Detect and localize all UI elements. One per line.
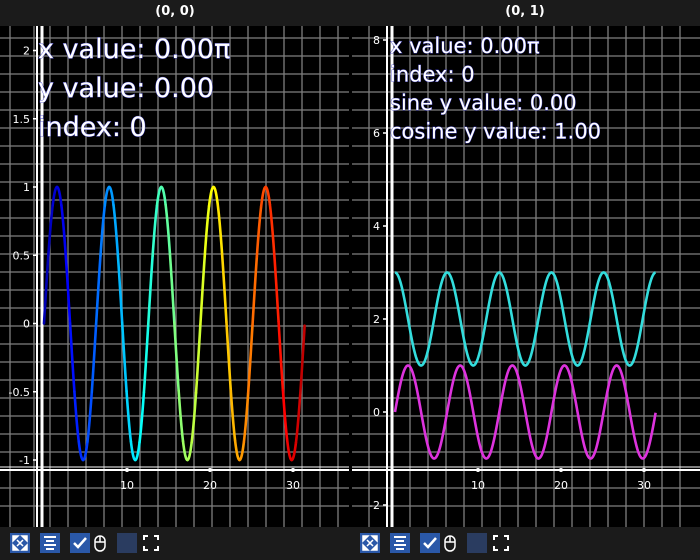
sine-series-segment	[81, 440, 89, 462]
sine-series-segment	[294, 392, 302, 445]
sine-series-segment	[238, 441, 246, 462]
sine-series-segment	[90, 322, 98, 394]
y-tick-label: 2	[373, 313, 380, 326]
plots-canvas[interactable]: -1-0.500.511.5210 20 30x value: 0.00πy val…	[0, 26, 700, 527]
y-tick-label: -1	[19, 454, 30, 467]
y-tick-label: -0.5	[9, 386, 30, 399]
align-icon[interactable]	[390, 533, 410, 553]
sine-series-segment	[285, 439, 293, 462]
sine-series-segment	[203, 204, 211, 258]
y-tick-label: 8	[373, 34, 380, 47]
checkbox-icon[interactable]	[70, 533, 90, 553]
x-tick	[476, 468, 480, 472]
sine-series-segment	[216, 203, 224, 256]
fit-view-icon[interactable]	[10, 533, 30, 553]
sine-series-segment	[186, 441, 193, 462]
readout-text: index: 0	[390, 63, 475, 87]
x-tick-label: 20	[203, 479, 217, 492]
mouse-icon[interactable]	[92, 533, 108, 553]
sine-series-segment	[51, 185, 59, 207]
sine-series-segment	[255, 204, 263, 259]
x-tick	[208, 468, 212, 472]
sine-series-segment	[68, 321, 76, 393]
readout-text: x value: 0.00π	[38, 34, 230, 65]
sine-series-segment	[164, 203, 172, 256]
x-tick	[642, 468, 646, 472]
readout-text: y value: 0.00	[38, 73, 214, 104]
sine-series-segment	[120, 321, 128, 393]
y-tick-label: 0	[373, 406, 380, 419]
sine-series-segment	[112, 203, 120, 257]
y-tick-label: 0.5	[13, 249, 31, 262]
sine-series-segment	[246, 323, 254, 395]
sine-series-segment	[268, 203, 276, 255]
sine-series-segment	[251, 255, 259, 327]
y-tick-label: 1.5	[13, 113, 31, 126]
sine-series-segment	[55, 185, 63, 207]
sine-series-segment	[60, 203, 68, 257]
x-tick-label: 10	[120, 479, 134, 492]
y-tick-label: 6	[373, 127, 380, 140]
plot-panel-1[interactable]: -2 0 2 4 6 8 10 20 30 x value: 0.00π index: 0 sine …	[352, 26, 700, 527]
x-tick-label: 30	[286, 479, 300, 492]
mouse-icon[interactable]	[442, 533, 458, 553]
sine-series-segment	[194, 323, 202, 395]
y-tick-label: -2	[369, 499, 380, 512]
readout-text: index: 0	[38, 112, 147, 143]
y-tick-label: 4	[373, 220, 380, 233]
sine-series-segment	[142, 323, 150, 394]
sine-series-segment	[233, 439, 241, 462]
x-tick	[125, 468, 129, 472]
x-tick	[291, 468, 295, 472]
sine-series-segment	[168, 253, 176, 324]
fullscreen-icon[interactable]	[491, 533, 511, 553]
subplot-title-bar: (0, 0) (0, 1)	[0, 0, 700, 26]
y-tick-label: 1	[23, 181, 30, 194]
subplot-title-right: (0, 1)	[505, 4, 545, 19]
sine-series-segment	[77, 440, 85, 462]
sine-series-segment	[181, 439, 189, 462]
fit-view-icon[interactable]	[360, 533, 380, 553]
sine-series-segment	[272, 252, 280, 323]
sine-series-segment	[107, 185, 115, 207]
sine-series-segment	[103, 185, 111, 207]
sine-series-segment	[129, 440, 137, 462]
x-tick-label: 10	[471, 479, 485, 492]
sine-series-segment	[259, 185, 267, 208]
cosine-series-line	[394, 271, 656, 367]
sine-series-segment	[207, 185, 215, 208]
fullscreen-icon[interactable]	[141, 533, 161, 553]
sine-series-segment	[220, 252, 228, 324]
sine-series-segment	[133, 440, 141, 462]
x-tick	[559, 468, 563, 472]
checkbox-icon[interactable]	[420, 533, 440, 553]
plot-toolbar	[0, 527, 700, 560]
subplot-title-left: (0, 0)	[155, 4, 195, 19]
plot-panel-0[interactable]: -1 -0.5 0 0.5 1 1.5 2 10 20 30 x value: 0.00π y val…	[0, 26, 350, 527]
sine-series-segment	[212, 185, 220, 206]
x-tick-label: 30	[637, 479, 651, 492]
x-tick-label: 20	[554, 479, 568, 492]
blank-box-icon[interactable]	[467, 533, 487, 553]
y-tick-label: 0	[23, 318, 30, 331]
align-icon[interactable]	[40, 533, 60, 553]
blank-box-icon[interactable]	[117, 533, 137, 553]
readout-text: cosine y value: 1.00	[390, 120, 601, 144]
panel-separator	[349, 26, 352, 527]
y-tick-label: 2	[23, 45, 30, 58]
readout-text: sine y value: 0.00	[390, 91, 577, 115]
sine-series-segment	[151, 204, 159, 258]
sine-series-segment	[159, 185, 167, 207]
readout-text: x value: 0.00π	[390, 34, 540, 58]
